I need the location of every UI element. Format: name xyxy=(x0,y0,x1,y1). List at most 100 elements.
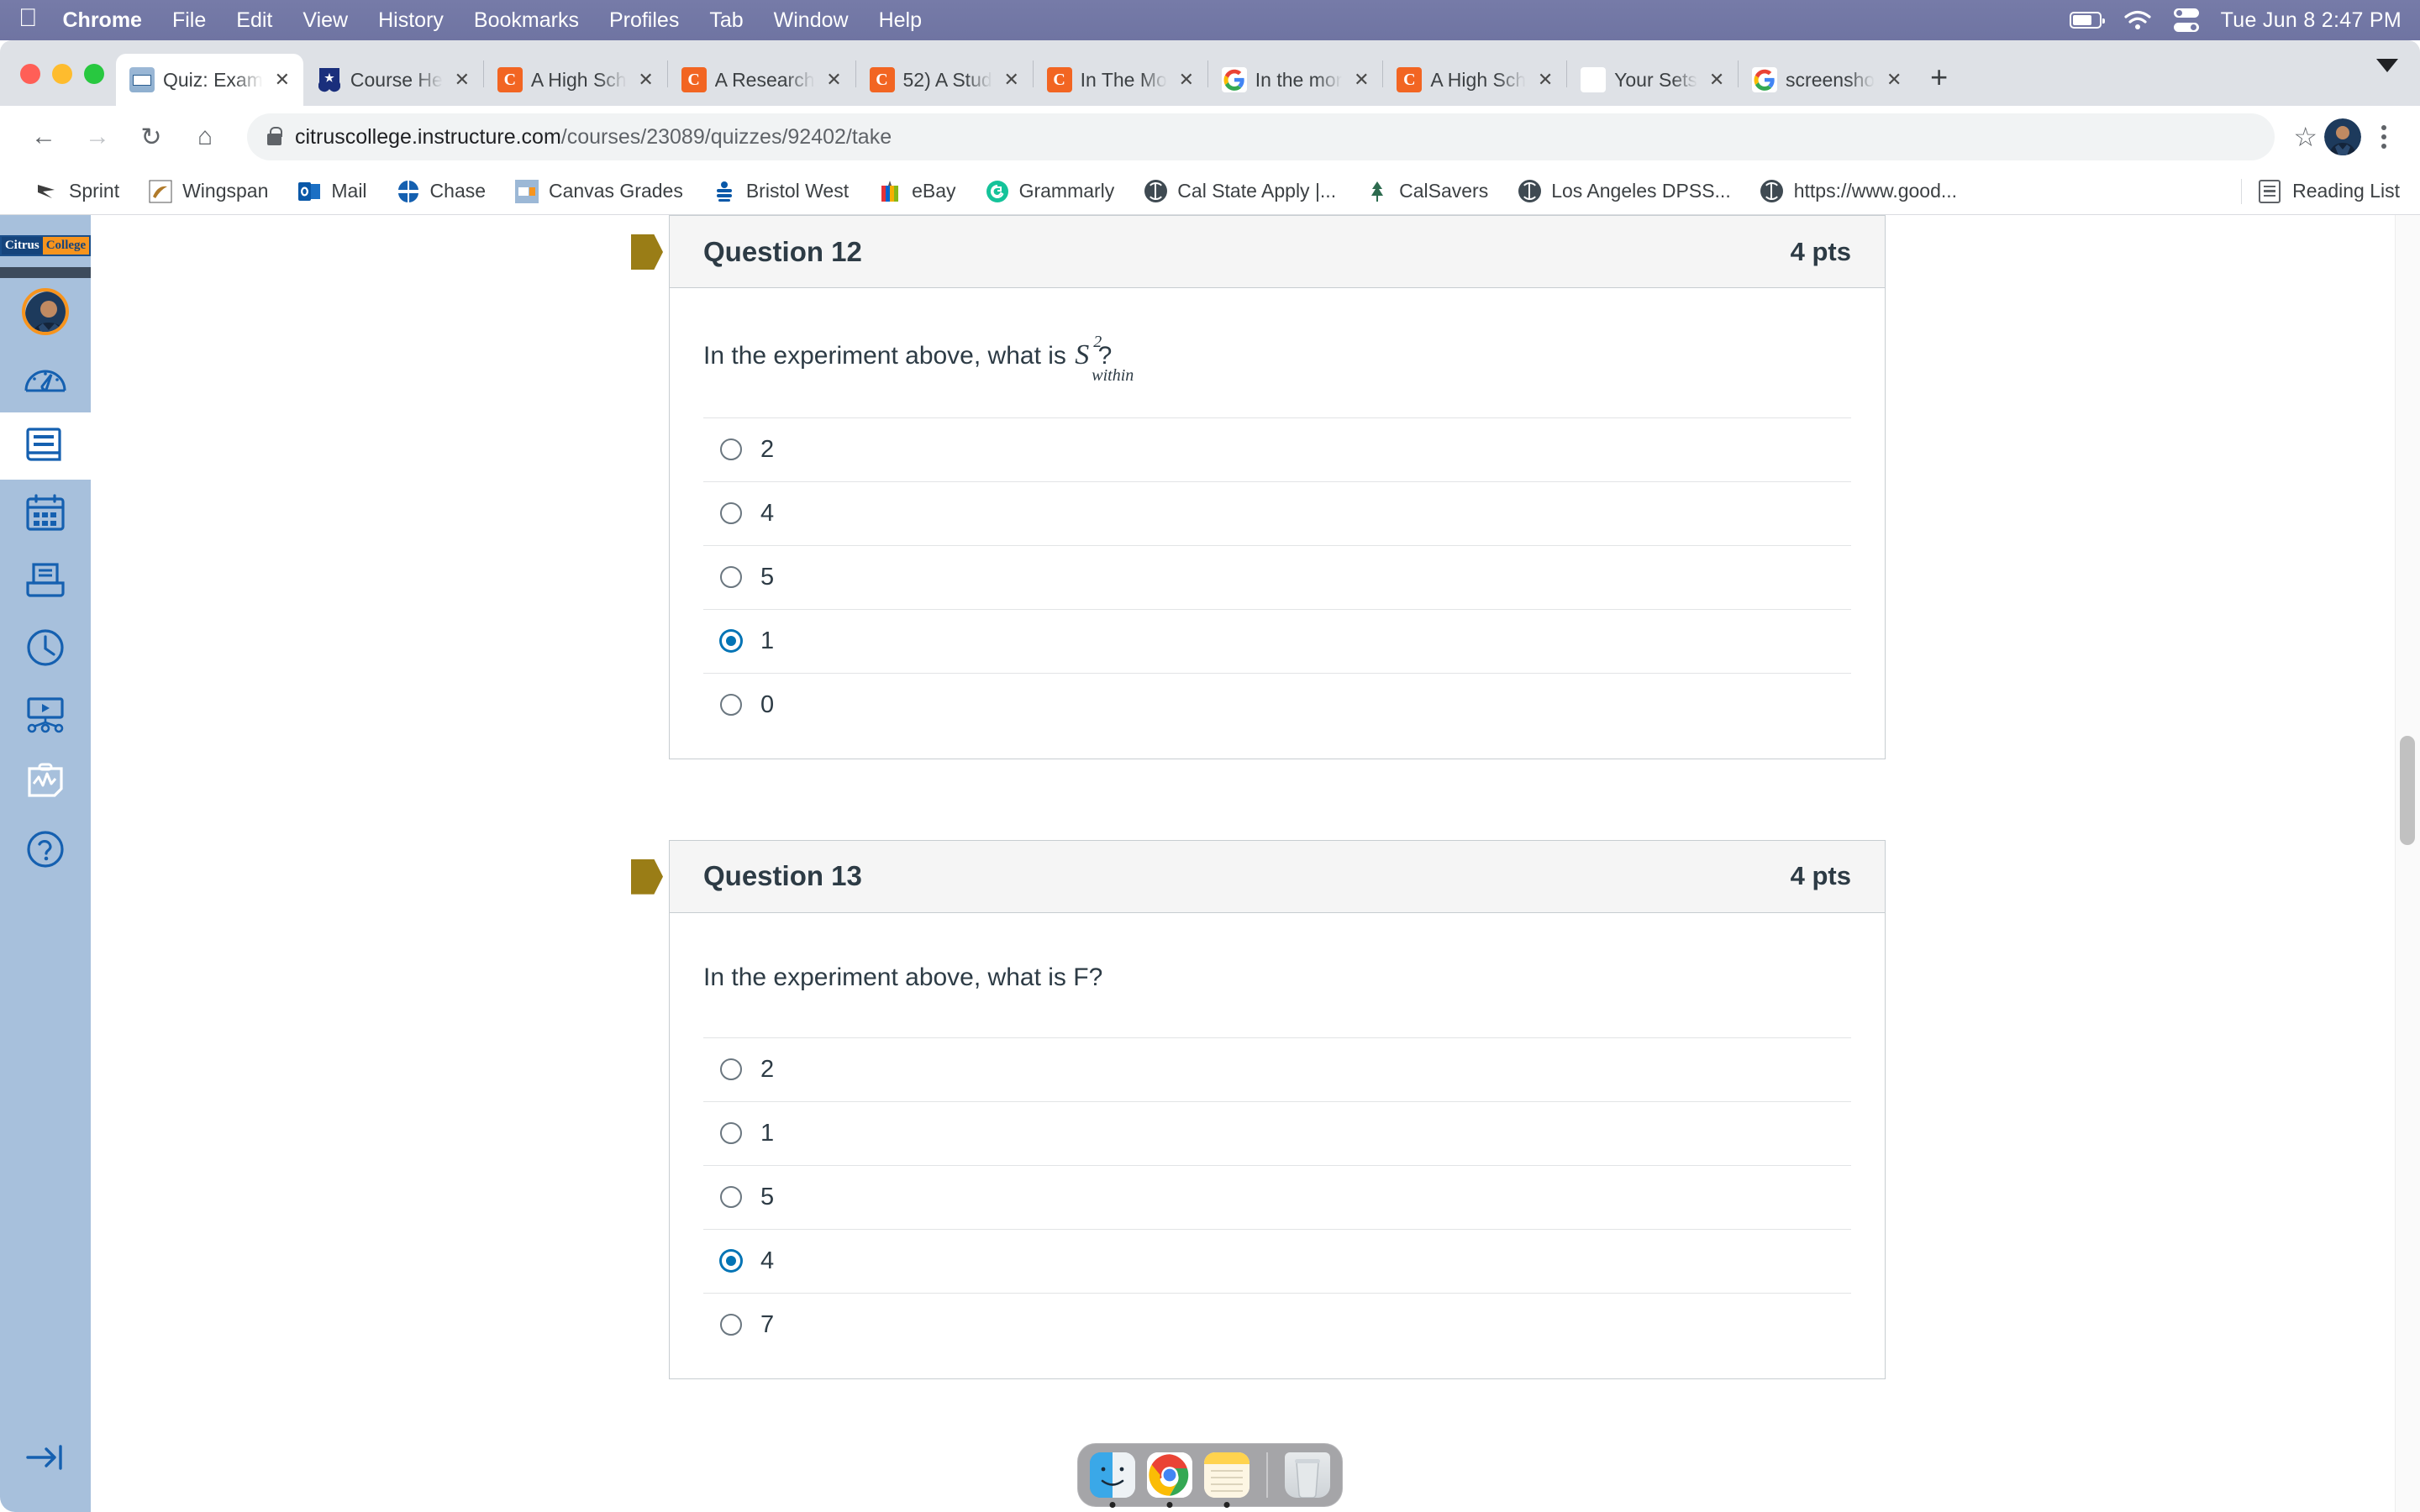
bookmark-sprint[interactable]: Sprint xyxy=(20,179,134,204)
tab-close-button[interactable]: ✕ xyxy=(451,69,473,91)
bookmark-los-angeles-dpss[interactable]: Los Angeles DPSS... xyxy=(1502,179,1745,204)
sidebar-item-courses[interactable] xyxy=(0,412,91,480)
battery-icon[interactable] xyxy=(2069,12,2105,29)
menu-window[interactable]: Window xyxy=(774,8,849,33)
minimize-window-button[interactable] xyxy=(52,64,72,84)
bookmark-good[interactable]: https://www.good... xyxy=(1745,179,1971,204)
answer-option[interactable]: 1 xyxy=(703,608,1851,673)
tab-close-button[interactable]: ✕ xyxy=(823,69,845,91)
tab-close-button[interactable]: ✕ xyxy=(1350,69,1372,91)
control-center-icon[interactable] xyxy=(2173,8,2199,32)
address-bar[interactable]: citruscollege.instructure.com/courses/23… xyxy=(247,113,2275,160)
sidebar-item-dashboard[interactable] xyxy=(0,345,91,412)
menu-history[interactable]: History xyxy=(378,8,444,33)
bookmark-star-icon[interactable]: ☆ xyxy=(2293,121,2317,153)
chrome-icon[interactable] xyxy=(1147,1452,1192,1508)
bookmark-calsavers[interactable]: CalSavers xyxy=(1350,179,1502,204)
radio-button[interactable] xyxy=(720,1186,742,1209)
menu-bar-clock[interactable]: Tue Jun 8 2:47 PM xyxy=(2221,8,2402,33)
menu-bookmarks[interactable]: Bookmarks xyxy=(474,8,579,33)
radio-button-selected[interactable] xyxy=(720,630,742,653)
sidebar-item-help[interactable] xyxy=(0,816,91,883)
radio-button[interactable] xyxy=(720,438,742,461)
tab-close-button[interactable]: ✕ xyxy=(1883,69,1905,91)
tab-close-button[interactable]: ✕ xyxy=(1176,69,1197,91)
menu-chrome[interactable]: Chrome xyxy=(63,8,142,33)
tab-close-button[interactable]: ✕ xyxy=(1706,69,1728,91)
forward-button[interactable]: → xyxy=(74,113,121,160)
scrollbar-thumb[interactable] xyxy=(2400,736,2415,845)
tab-in-the-morning-chegg[interactable]: C In The Mo ✕ xyxy=(1034,54,1207,106)
sidebar-item-commons[interactable] xyxy=(0,748,91,816)
bookmark-grammarly[interactable]: Grammarly xyxy=(971,179,1129,204)
answer-option[interactable]: 1 xyxy=(703,1100,1851,1165)
bookmark-chase[interactable]: Chase xyxy=(381,179,500,204)
menu-file[interactable]: File xyxy=(172,8,206,33)
bookmark-wingspan[interactable]: Wingspan xyxy=(134,179,282,204)
menu-profiles[interactable]: Profiles xyxy=(609,8,679,33)
bookmark-mail[interactable]: Mail xyxy=(282,179,381,204)
sidebar-item-history[interactable] xyxy=(0,614,91,681)
notes-icon[interactable] xyxy=(1204,1452,1249,1508)
trash-icon[interactable] xyxy=(1285,1452,1330,1499)
tab-course-he[interactable]: ★ Course He ✕ xyxy=(303,54,483,106)
answer-option[interactable]: 5 xyxy=(703,1164,1851,1229)
finder-icon[interactable] xyxy=(1090,1452,1135,1508)
radio-button[interactable] xyxy=(720,1122,742,1145)
bookmark-cal-state-apply[interactable]: Cal State Apply |... xyxy=(1128,179,1350,204)
tab-quiz-exam[interactable]: Quiz: Exam ✕ xyxy=(116,54,303,106)
apple-menu-icon[interactable]:  xyxy=(18,5,38,35)
reading-list-label[interactable]: Reading List xyxy=(2292,180,2400,202)
tab-close-button[interactable]: ✕ xyxy=(1001,69,1023,91)
tab-a-high-school-2[interactable]: C A High Sch ✕ xyxy=(1383,54,1566,106)
bookmark-ebay[interactable]: eBay xyxy=(863,179,970,204)
tab-close-button[interactable]: ✕ xyxy=(1534,69,1556,91)
sidebar-item-inbox[interactable] xyxy=(0,547,91,614)
question-flag-icon[interactable] xyxy=(631,234,663,270)
menu-view[interactable]: View xyxy=(302,8,348,33)
tab-a-research[interactable]: C A Research ✕ xyxy=(668,54,855,106)
tab-52-a-study[interactable]: C 52) A Stud ✕ xyxy=(856,54,1033,106)
radio-button-selected[interactable] xyxy=(720,1250,742,1273)
radio-button[interactable] xyxy=(720,502,742,525)
maximize-window-button[interactable] xyxy=(84,64,104,84)
back-button[interactable]: ← xyxy=(20,113,67,160)
tab-a-high-school-1[interactable]: C A High Sch ✕ xyxy=(484,54,667,106)
close-window-button[interactable] xyxy=(20,64,40,84)
sidebar-collapse-button[interactable] xyxy=(0,1441,91,1473)
new-tab-button[interactable]: + xyxy=(1915,62,1963,106)
tab-your-sets[interactable]: Q Your Sets ✕ xyxy=(1567,54,1738,106)
sidebar-item-account[interactable] xyxy=(0,278,91,345)
sidebar-item-calendar[interactable] xyxy=(0,480,91,547)
chrome-menu-button[interactable] xyxy=(2368,125,2400,149)
tab-screenshot[interactable]: screensho ✕ xyxy=(1739,54,1915,106)
tab-close-button[interactable]: ✕ xyxy=(635,69,657,91)
tab-in-the-morning-google[interactable]: In the mor ✕ xyxy=(1208,54,1383,106)
citrus-college-logo[interactable]: Citrus College xyxy=(0,215,92,267)
menu-tab[interactable]: Tab xyxy=(709,8,743,33)
answer-option[interactable]: 4 xyxy=(703,480,1851,545)
tab-search-button[interactable] xyxy=(2354,59,2420,106)
menu-help[interactable]: Help xyxy=(879,8,922,33)
answer-option[interactable]: 4 xyxy=(703,1228,1851,1293)
tab-close-button[interactable]: ✕ xyxy=(271,69,293,91)
answer-option[interactable]: 7 xyxy=(703,1292,1851,1357)
sidebar-item-studio[interactable] xyxy=(0,681,91,748)
menu-edit[interactable]: Edit xyxy=(236,8,272,33)
wifi-icon[interactable] xyxy=(2123,9,2152,31)
page-scrollbar[interactable] xyxy=(2395,215,2420,1512)
question-flag-icon[interactable] xyxy=(631,858,663,895)
reload-button[interactable]: ↻ xyxy=(128,113,175,160)
profile-avatar[interactable] xyxy=(2324,118,2361,155)
answer-option[interactable]: 2 xyxy=(703,1037,1851,1101)
bookmark-bristol-west[interactable]: Bristol West xyxy=(697,179,863,204)
radio-button[interactable] xyxy=(720,566,742,589)
window-traffic-lights[interactable] xyxy=(12,64,116,106)
home-button[interactable]: ⌂ xyxy=(182,113,229,160)
bookmark-canvas-grades[interactable]: Canvas Grades xyxy=(500,179,697,204)
radio-button[interactable] xyxy=(720,1058,742,1081)
radio-button[interactable] xyxy=(720,694,742,717)
answer-option[interactable]: 0 xyxy=(703,672,1851,737)
answer-option[interactable]: 2 xyxy=(703,417,1851,481)
radio-button[interactable] xyxy=(720,1314,742,1336)
